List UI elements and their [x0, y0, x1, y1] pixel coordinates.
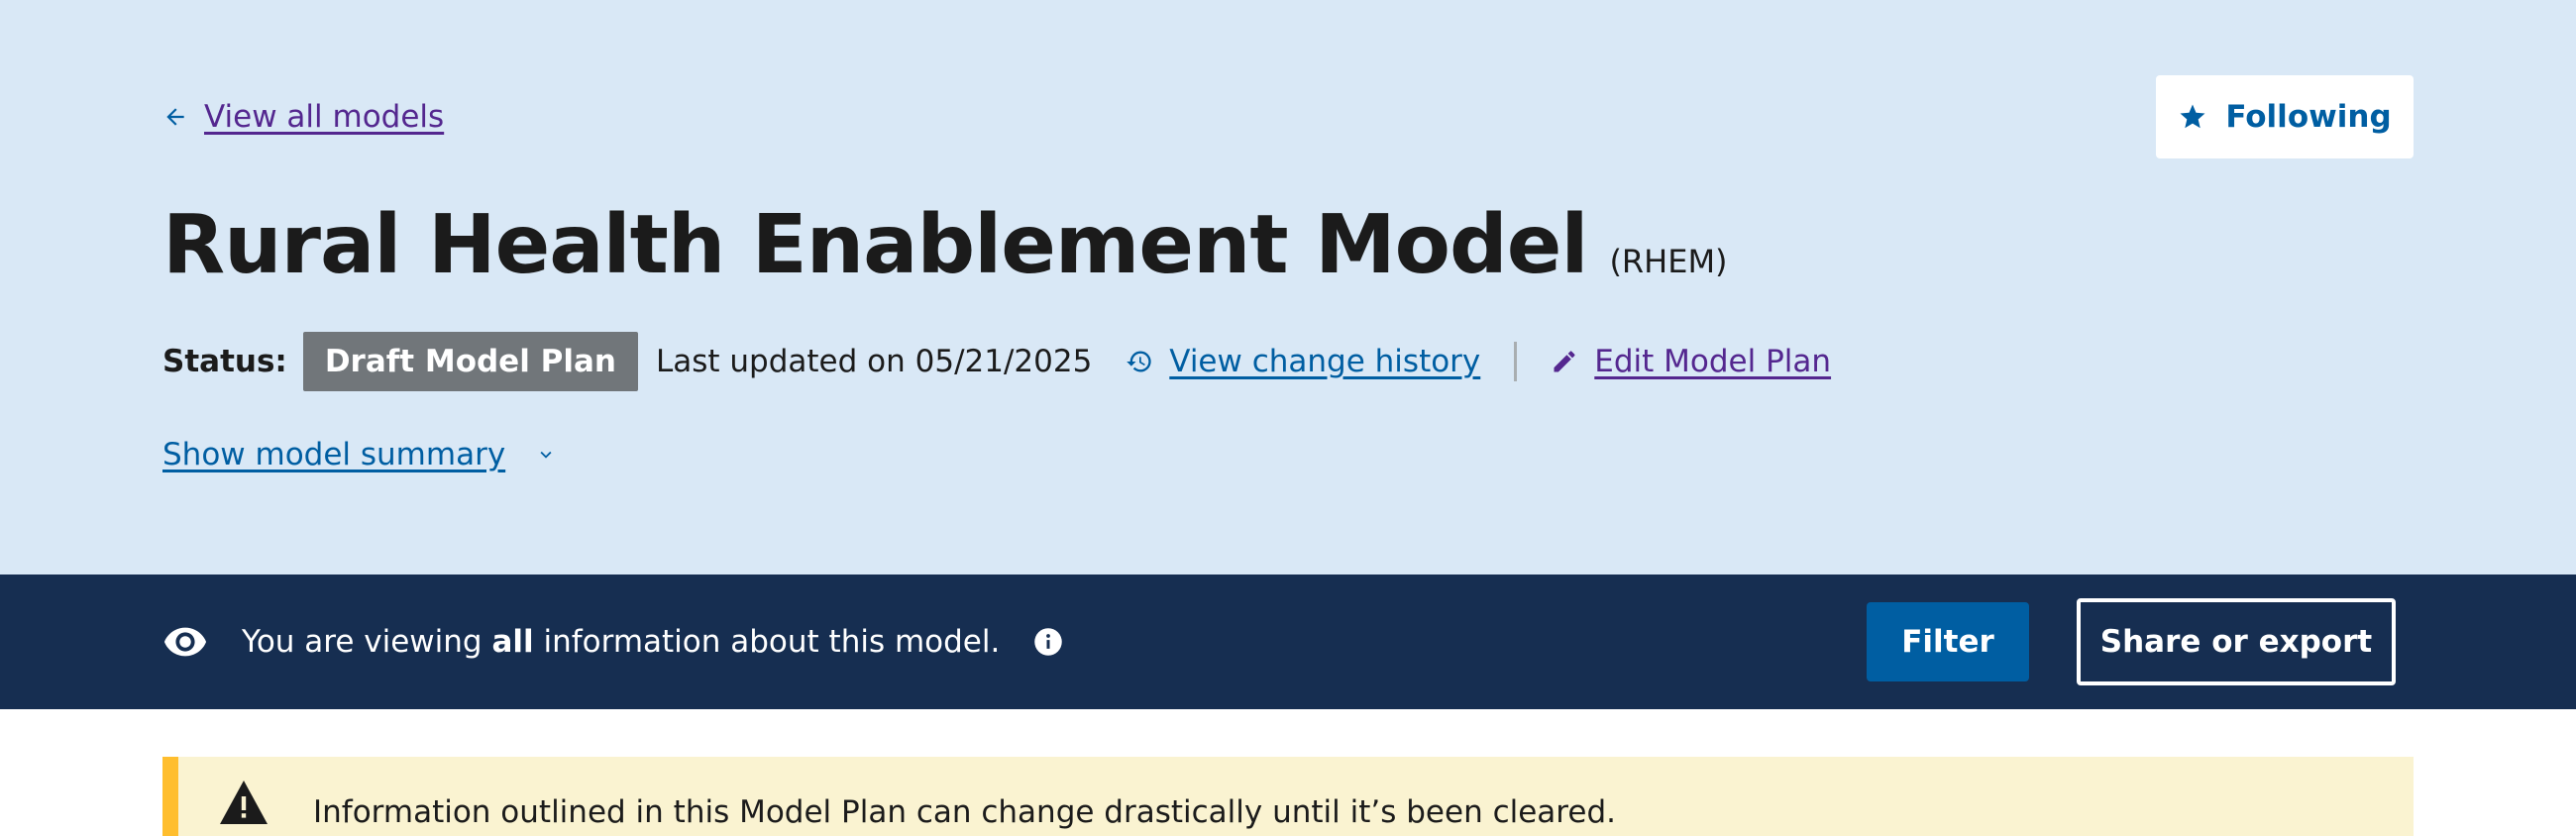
pencil-icon — [1551, 348, 1578, 375]
last-updated-text: Last updated on 05/21/2025 — [655, 344, 1093, 379]
view-all-models-link[interactable]: View all models — [162, 95, 444, 139]
edit-model-plan-label: Edit Model Plan — [1594, 344, 1832, 379]
star-icon — [2178, 102, 2207, 132]
divider — [1514, 342, 1518, 381]
following-button[interactable]: Following — [2156, 75, 2414, 158]
chevron-down-icon — [535, 444, 557, 466]
view-change-history-label: View change history — [1169, 344, 1481, 379]
viewing-text-suffix: information about this model. — [533, 624, 1001, 660]
history-icon — [1126, 348, 1153, 375]
model-header: View all models Following Rural Health E… — [0, 0, 2576, 575]
filter-button[interactable]: Filter — [1867, 602, 2029, 681]
title-row: Rural Health Enablement Model (RHEM) — [162, 198, 1728, 307]
show-model-summary-toggle[interactable]: Show model summary — [162, 432, 557, 477]
info-icon[interactable] — [1033, 627, 1063, 657]
warning-alert: Information outlined in this Model Plan … — [162, 757, 2414, 836]
filter-bar: You are viewing all information about th… — [0, 575, 2576, 709]
status-row: Status: Draft Model Plan Last updated on… — [162, 331, 1831, 392]
status-label: Status: — [162, 344, 287, 379]
show-model-summary-label: Show model summary — [162, 437, 506, 472]
alert-text: Information outlined in this Model Plan … — [313, 794, 1616, 830]
edit-model-plan-link[interactable]: Edit Model Plan — [1551, 344, 1831, 379]
share-or-export-button[interactable]: Share or export — [2077, 598, 2396, 685]
warning-icon — [220, 781, 268, 824]
arrow-left-icon — [162, 104, 188, 130]
following-label: Following — [2225, 99, 2392, 135]
view-change-history-link[interactable]: View change history — [1126, 344, 1480, 379]
viewing-text-bold: all — [491, 624, 534, 660]
view-all-models-label: View all models — [204, 99, 445, 135]
status-badge: Draft Model Plan — [302, 332, 638, 391]
page-title: Rural Health Enablement Model — [162, 198, 1588, 292]
eye-icon — [162, 619, 208, 665]
viewing-notice: You are viewing all information about th… — [162, 614, 1063, 670]
model-abbreviation: (RHEM) — [1609, 243, 1728, 280]
viewing-text-prefix: You are viewing — [242, 624, 492, 660]
